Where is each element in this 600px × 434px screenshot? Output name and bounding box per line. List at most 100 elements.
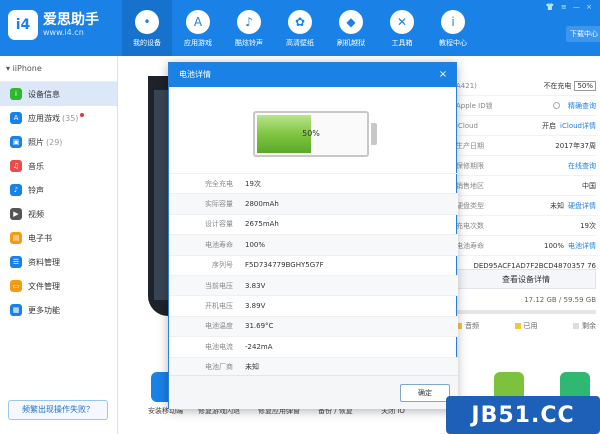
storage-bar bbox=[456, 310, 596, 314]
info-value: 未知 bbox=[550, 201, 564, 210]
info-value: 不在充电 bbox=[543, 81, 572, 90]
sidebar-item-3[interactable]: ♫ 音乐 bbox=[0, 154, 117, 178]
legend-item: 音频 bbox=[456, 321, 479, 331]
logo-mark: i4 bbox=[8, 10, 38, 40]
nav-tab-5[interactable]: ✕ 工具箱 bbox=[377, 0, 427, 56]
info-icon: i bbox=[10, 88, 22, 100]
battery-value: 3.83V bbox=[245, 281, 266, 290]
info-key: 生产日期 bbox=[456, 141, 484, 150]
sidebar-item-label: 应用游戏 bbox=[28, 113, 60, 123]
info-row: 保修期限 在线查询 bbox=[456, 156, 596, 176]
battery-info-table: 完全充电 19次 实际容量 2800mAh 设计容量 2675mAh 电池寿命 100% 序列号… bbox=[169, 173, 458, 377]
battery-row: 当前电压 3.83V bbox=[169, 274, 458, 296]
sidebar-item-label: 资料管理 bbox=[28, 257, 60, 267]
nav-tab-1[interactable]: A 应用游戏 bbox=[173, 0, 223, 56]
battery-value: 100% bbox=[245, 240, 266, 249]
battery-key: 设计容量 bbox=[205, 220, 233, 229]
sidebar-item-0[interactable]: i 设备信息 bbox=[0, 82, 117, 106]
battery-key: 电池厂商 bbox=[205, 363, 233, 372]
battery-row: 电池电流 -242mA bbox=[169, 336, 458, 356]
battery-terminal bbox=[371, 123, 377, 145]
legend-label: 音频 bbox=[465, 322, 479, 330]
video-icon: ▶ bbox=[10, 208, 22, 220]
bell-icon: ♪ bbox=[237, 10, 261, 34]
legend-item: 剩余 bbox=[573, 321, 596, 331]
info-link[interactable]: 电池详情 bbox=[568, 241, 596, 251]
download-center-button[interactable]: 下载中心 bbox=[566, 26, 600, 42]
sidebar-item-9[interactable]: ▦ 更多功能 bbox=[0, 298, 117, 322]
info-row: 销售地区 中国 bbox=[456, 176, 596, 196]
info-value-group: 100% 电池详情 bbox=[544, 241, 596, 251]
info-row: 电池寿命 100% 电池详情 bbox=[456, 236, 596, 256]
battery-row: 电池寿命 100% bbox=[169, 234, 458, 255]
sidebar-item-label: 视频 bbox=[28, 209, 44, 219]
nav-tab-4[interactable]: ◆ 刷机越狱 bbox=[326, 0, 376, 56]
info-key: 保修期限 bbox=[456, 161, 484, 170]
nav-tab-label: 酷炫铃声 bbox=[235, 39, 263, 47]
info-key: 硬盘类型 bbox=[456, 201, 484, 210]
app-url: www.i4.cn bbox=[43, 28, 84, 37]
window-controls[interactable]: 👕 ≡ — × bbox=[546, 3, 594, 11]
battery-key: 电池寿命 bbox=[205, 240, 233, 249]
info-row: iCloud 开启 iCloud详情 bbox=[456, 116, 596, 136]
info-key: iCloud bbox=[456, 121, 478, 130]
sidebar-item-label: 音乐 bbox=[28, 161, 44, 171]
sidebar-item-8[interactable]: ▭ 文件管理 bbox=[0, 274, 117, 298]
info-value-group: 不在充电 50% bbox=[543, 80, 596, 91]
battery-key: 实际容量 bbox=[205, 200, 233, 209]
info-link[interactable]: 硬盘详情 bbox=[568, 201, 596, 211]
battery-value: F5D734779BGHY5G7F bbox=[245, 261, 324, 270]
legend-swatch bbox=[514, 323, 521, 329]
bell-icon: ♪ bbox=[10, 184, 22, 196]
nav-tab-3[interactable]: ✿ 高清壁纸 bbox=[275, 0, 325, 56]
sidebar-item-2[interactable]: ▣ 照片 (29) bbox=[0, 130, 117, 154]
battery-value: 2800mAh bbox=[245, 200, 279, 209]
info-link[interactable]: 在线查询 bbox=[568, 161, 596, 171]
nav-tab-6[interactable]: i 教程中心 bbox=[428, 0, 478, 56]
sidebar-item-1[interactable]: A 应用游戏 (35) bbox=[0, 106, 117, 130]
sidebar-item-label: 更多功能 bbox=[28, 305, 60, 315]
battery-key: 序列号 bbox=[212, 261, 233, 270]
app-logo: i4 爱思助手 www.i4.cn bbox=[8, 10, 99, 40]
sidebar-item-label: 设备信息 bbox=[28, 89, 60, 99]
nav-tab-label: 高清壁纸 bbox=[286, 39, 314, 47]
nav-tab-2[interactable]: ♪ 酷炫铃声 bbox=[224, 0, 274, 56]
legend-label: 已用 bbox=[523, 322, 538, 330]
tools-icon: ✕ bbox=[390, 10, 414, 34]
ok-button[interactable]: 确定 bbox=[400, 384, 450, 402]
apple-icon: • bbox=[135, 10, 159, 34]
sidebar-item-4[interactable]: ♪ 铃声 bbox=[0, 178, 117, 202]
nav-tab-0[interactable]: • 我的设备 bbox=[122, 0, 172, 56]
info-value-group: 精确查询 bbox=[553, 101, 596, 111]
close-icon[interactable]: × bbox=[436, 63, 450, 87]
sidebar-item-5[interactable]: ▶ 视频 bbox=[0, 202, 117, 226]
dialog-footer: 确定 bbox=[169, 375, 458, 409]
battery-graphic: 50% bbox=[169, 87, 458, 173]
nav-tab-label: 应用游戏 bbox=[184, 39, 212, 47]
battery-row: 实际容量 2800mAh bbox=[169, 193, 458, 214]
sidebar-item-6[interactable]: ▤ 电子书 bbox=[0, 226, 117, 250]
fix-failure-button[interactable]: 频繁出现操作失败？ bbox=[8, 400, 108, 420]
info-link[interactable]: 精确查询 bbox=[568, 101, 596, 111]
battery-key: 当前电压 bbox=[205, 281, 233, 290]
info-row: Apple ID锁 精确查询 bbox=[456, 96, 596, 116]
device-name[interactable]: ▾ iiPhone bbox=[0, 56, 117, 82]
info-value: 中国 bbox=[582, 181, 596, 190]
info-link[interactable]: iCloud详情 bbox=[560, 121, 596, 131]
legend-swatch bbox=[573, 323, 579, 329]
info-value: 19次 bbox=[580, 221, 596, 230]
info-value-group: 中国 bbox=[582, 181, 596, 191]
radio-icon[interactable] bbox=[553, 102, 560, 109]
notification-dot bbox=[80, 113, 85, 117]
info-key: 充电次数 bbox=[456, 221, 484, 230]
battery-key: 开机电压 bbox=[205, 302, 233, 311]
contacts-icon: ☰ bbox=[10, 256, 22, 268]
info-row: A421) 不在充电 50% bbox=[456, 76, 596, 96]
view-device-details-button[interactable]: 查看设备详情 bbox=[456, 269, 596, 289]
info-value-group: 在线查询 bbox=[564, 161, 596, 171]
info-row: 生产日期 2017年37周 bbox=[456, 136, 596, 156]
sidebar-item-7[interactable]: ☰ 资料管理 bbox=[0, 250, 117, 274]
app-store-icon: A bbox=[10, 112, 22, 124]
sidebar-item-count: (35) bbox=[62, 113, 79, 123]
battery-row: 完全充电 19次 bbox=[169, 173, 458, 193]
